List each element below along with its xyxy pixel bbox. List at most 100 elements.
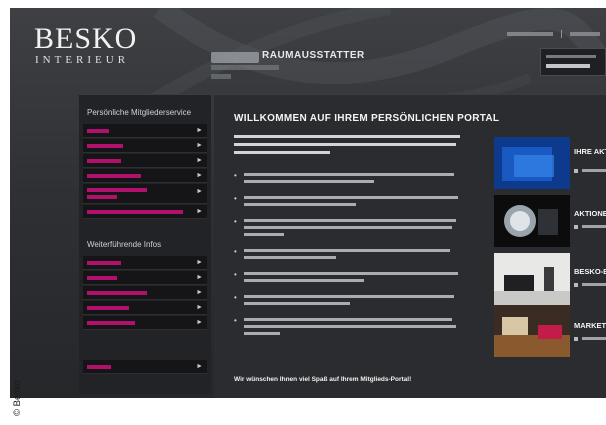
promo-tile[interactable]: MARKETING — [482, 305, 606, 357]
bullet-icon: • — [234, 194, 237, 203]
top-link-2[interactable] — [570, 32, 600, 36]
list-item: • — [234, 171, 468, 187]
link-icon — [574, 283, 578, 287]
promo-tile[interactable]: AKTIONEN — [482, 195, 606, 247]
sidebar-item[interactable]: ► — [83, 271, 207, 285]
text-line — [244, 256, 336, 259]
bullet-icon: • — [234, 247, 237, 256]
sidebar-item-label-blur — [87, 260, 121, 265]
text-line — [244, 180, 374, 183]
bullet-icon: • — [234, 171, 237, 180]
promo-tile[interactable]: BESKO-EIG... — [482, 253, 606, 305]
user-value-blur — [546, 64, 590, 68]
chevron-right-icon: ► — [196, 259, 203, 266]
chevron-right-icon: ► — [196, 363, 203, 370]
chevron-right-icon: ► — [196, 172, 203, 179]
copyright-notice: © Besko — [12, 379, 23, 416]
portal-screenshot: BESKO INTERIEUR RAUMAUSSTATTER Persönlic… — [10, 8, 606, 398]
text-line — [234, 143, 456, 146]
partner-logo-blur — [211, 52, 259, 63]
list-item: • — [234, 270, 468, 286]
sidebar-item[interactable]: ► — [83, 286, 207, 300]
partner-brand-name: RAUMAUSSTATTER — [262, 50, 365, 61]
page-title: WILLKOMMEN AUF IHREM PERSÖNLICHEN PORTAL — [234, 113, 500, 124]
top-links — [507, 30, 600, 38]
sidebar-item[interactable]: ► — [83, 139, 207, 153]
sidebar-item-label-blur — [87, 275, 117, 280]
user-label-blur — [546, 55, 596, 58]
sidebar-item[interactable]: ► — [83, 256, 207, 270]
sidebar-item-label-blur — [87, 188, 147, 192]
sidebar-item[interactable]: ► — [83, 124, 207, 138]
main-content: WILLKOMMEN AUF IHREM PERSÖNLICHEN PORTAL… — [214, 94, 606, 398]
list-item: • — [234, 293, 468, 309]
text-line — [234, 151, 330, 154]
top-link-separator — [561, 30, 562, 38]
text-line — [244, 272, 458, 275]
closing-text: Wir wünschen Ihnen viel Spaß auf Ihrem M… — [234, 376, 412, 383]
chevron-right-icon: ► — [196, 157, 203, 164]
sidebar-section2-title: Weiterführende Infos — [87, 240, 162, 249]
list-item: • — [234, 218, 468, 240]
chevron-right-icon: ► — [196, 188, 203, 195]
logo-subtitle: INTERIEUR — [35, 54, 130, 66]
sidebar: Persönliche Mitgliederservice ► ► ► ► ► … — [79, 94, 211, 394]
text-line — [244, 219, 456, 222]
chevron-right-icon: ► — [196, 319, 203, 326]
sidebar-item-label-blur — [87, 290, 147, 295]
bullet-icon: • — [234, 270, 237, 279]
text-line — [244, 203, 356, 206]
text-line — [244, 173, 454, 176]
chevron-right-icon: ► — [196, 274, 203, 281]
sidebar-item[interactable]: ► — [83, 205, 207, 219]
user-info-box[interactable] — [540, 48, 606, 76]
feature-list: • • • • • • • — [234, 171, 468, 348]
blue-promo-image — [494, 137, 570, 189]
sidebar-item-label-blur — [87, 128, 109, 133]
sidebar-item-label-blur — [87, 364, 111, 369]
sidebar-item[interactable]: ► — [83, 316, 207, 330]
sidebar-item-label-blur — [87, 143, 123, 148]
intro-text-blur — [234, 135, 468, 159]
promo-title: AKTIONEN — [574, 209, 606, 218]
promo-title: MARKETING — [574, 321, 606, 330]
chevron-right-icon: ► — [196, 208, 203, 215]
sidebar-item-label-blur — [87, 305, 129, 310]
sidebar-item-label-blur — [87, 158, 121, 163]
chevron-right-icon: ► — [196, 289, 203, 296]
text-line — [244, 332, 280, 335]
partner-tagline-blur — [211, 65, 279, 70]
partner-subline-blur — [211, 74, 231, 79]
text-line — [244, 325, 456, 328]
glass-lamp-image — [494, 195, 570, 247]
text-line — [244, 318, 452, 321]
chevron-right-icon: ► — [196, 127, 203, 134]
text-line — [234, 135, 460, 138]
sidebar-item-label-blur — [87, 173, 141, 178]
chevron-right-icon: ► — [196, 142, 203, 149]
promo-link-blur — [582, 225, 606, 228]
sidebar-item-logout[interactable]: ► — [83, 360, 207, 374]
text-line — [244, 249, 450, 252]
link-icon — [574, 337, 578, 341]
chevron-right-icon: ► — [196, 304, 203, 311]
logo[interactable]: BESKO — [34, 24, 137, 54]
sidebar-section1-title: Persönliche Mitgliederservice — [87, 108, 192, 117]
text-line — [244, 295, 454, 298]
link-icon — [574, 169, 578, 173]
link-icon — [574, 225, 578, 229]
sidebar-item-label-blur — [87, 209, 183, 214]
sidebar-item[interactable]: ► — [83, 169, 207, 183]
sidebar-item[interactable]: ► — [83, 184, 207, 204]
promo-link-blur — [582, 283, 606, 286]
top-link-1[interactable] — [507, 32, 553, 36]
bullet-icon: • — [234, 316, 237, 325]
list-item: • — [234, 316, 468, 339]
sidebar-item[interactable]: ► — [83, 301, 207, 315]
bullet-icon: • — [234, 293, 237, 302]
text-line — [244, 279, 364, 282]
promo-tile[interactable]: IHRE AKTU... EINKAUFEN — [482, 137, 606, 189]
sidebar-item[interactable]: ► — [83, 154, 207, 168]
text-line — [244, 233, 284, 236]
promo-link-blur — [582, 337, 606, 340]
